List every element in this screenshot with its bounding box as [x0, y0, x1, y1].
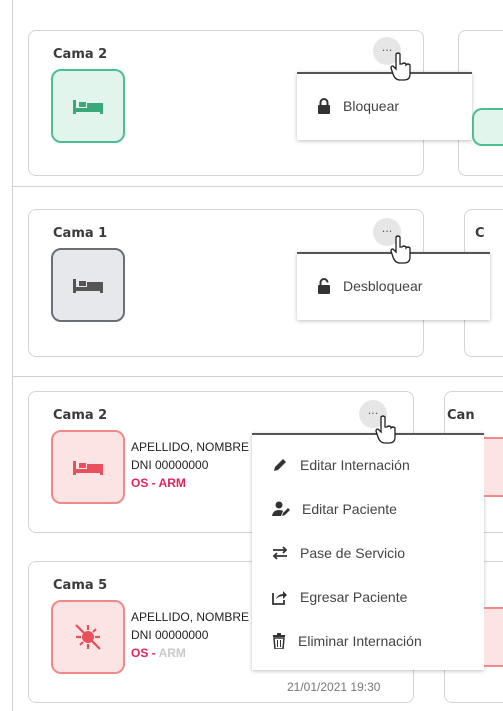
patient-os: OS - ARM [131, 476, 186, 490]
os-prefix: OS - [131, 646, 159, 660]
menu-item-label: Bloquear [343, 98, 400, 114]
menu-item-egresar-paciente[interactable]: Egresar Paciente [272, 589, 407, 605]
os-suffix: ARM [158, 646, 186, 660]
lock-icon [318, 98, 330, 114]
patient-name: APELLIDO, NOMBRE [131, 610, 250, 624]
menu-item-desbloquear[interactable]: Desbloquear [317, 278, 422, 294]
menu-item-editar-paciente[interactable]: Editar Paciente [272, 501, 397, 517]
card-title: Cama 2 [53, 47, 108, 62]
transfer-icon [272, 546, 288, 560]
trash-icon [273, 633, 285, 649]
card-title: Cama 2 [53, 408, 108, 423]
bed-options-menu: Bloquear [297, 72, 472, 140]
menu-item-label: Editar Internación [300, 457, 410, 473]
section-blocked: Cama 1 ... C Desbloquear [12, 187, 503, 376]
partial-bed-icon [484, 437, 503, 497]
hand-cursor-icon [390, 52, 411, 81]
user-edit-icon [272, 501, 290, 516]
partial-card-title: Can [447, 408, 475, 423]
unlock-icon [318, 278, 330, 294]
hand-cursor-icon [390, 235, 411, 264]
patient-options-menu: Editar Internación Editar Paciente Pase … [252, 433, 484, 670]
bed-occupied-icon [51, 430, 125, 504]
menu-item-bloquear[interactable]: Bloquear [317, 98, 399, 114]
admission-timestamp: 21/01/2021 19:30 [287, 680, 381, 694]
section-occupied: Cama 2 APELLIDO, NOMBRE DNI 00000000 OS … [12, 377, 503, 711]
patient-dni: DNI 00000000 [131, 628, 209, 642]
menu-item-label: Egresar Paciente [300, 589, 408, 605]
pencil-icon [274, 459, 286, 471]
menu-item-label: Desbloquear [343, 278, 423, 294]
menu-item-eliminar-internacion[interactable]: Eliminar Internación [272, 633, 422, 649]
hand-cursor-icon [375, 415, 396, 444]
menu-item-pase-servicio[interactable]: Pase de Servicio [272, 545, 405, 561]
partial-bed-icon [484, 607, 503, 667]
bed-infected-icon [51, 600, 125, 674]
partial-card-title: C [475, 226, 485, 241]
patient-os: OS - ARM [131, 646, 186, 660]
menu-item-editar-internacion[interactable]: Editar Internación [272, 457, 410, 473]
menu-item-label: Editar Paciente [302, 501, 397, 517]
menu-item-label: Eliminar Internación [298, 633, 422, 649]
patient-name: APELLIDO, NOMBRE [131, 440, 250, 454]
patient-dni: DNI 00000000 [131, 458, 209, 472]
card-title: Cama 1 [53, 226, 108, 241]
partial-bed-icon [472, 108, 503, 146]
section-available: Cama 2 ... Bloquear [12, 0, 503, 186]
exit-icon [272, 591, 287, 605]
bed-blocked-icon [51, 248, 125, 322]
card-title: Cama 5 [53, 578, 108, 593]
bed-available-icon [51, 69, 125, 143]
menu-item-label: Pase de Servicio [300, 545, 406, 561]
